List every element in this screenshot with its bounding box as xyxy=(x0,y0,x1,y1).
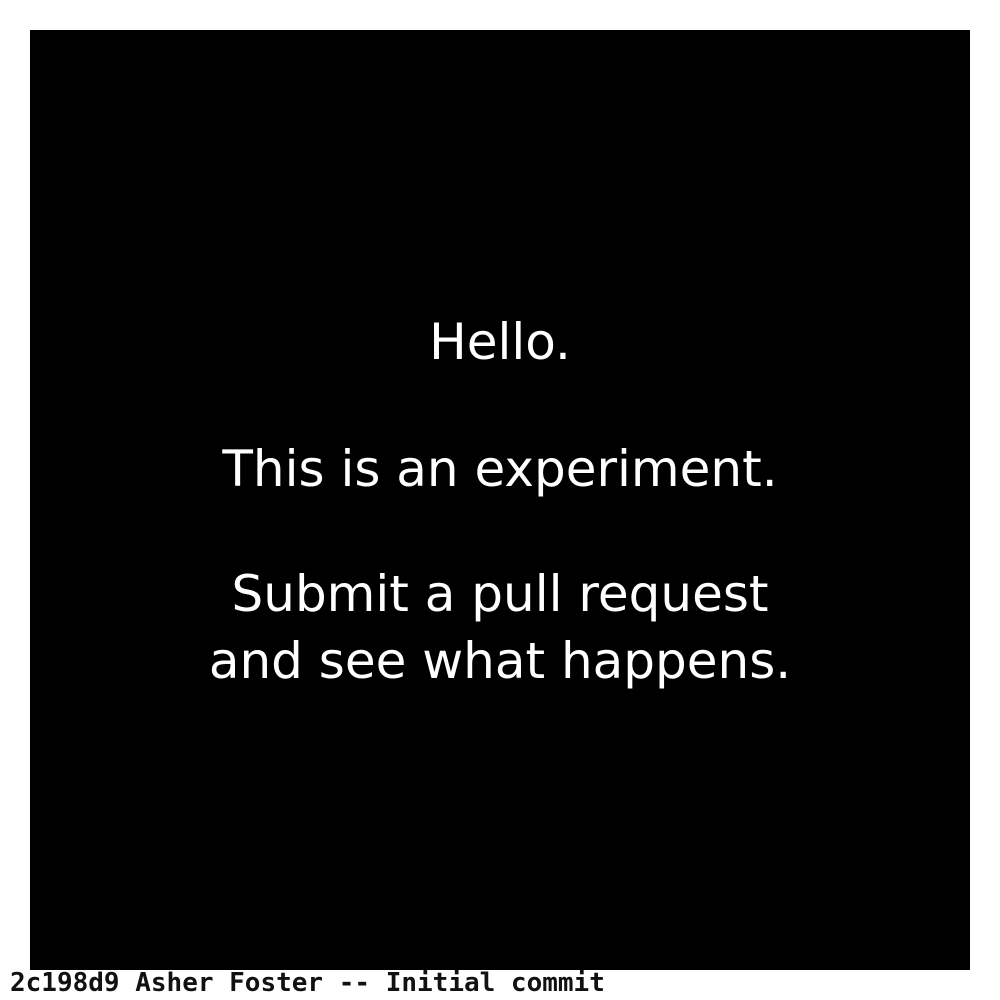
experiment-line: This is an experiment. xyxy=(222,440,778,498)
greeting-line: Hello. xyxy=(429,313,571,371)
commit-message: Initial commit xyxy=(385,968,605,998)
commit-hash: 2c198d9 xyxy=(10,968,120,998)
commit-author: Asher Foster xyxy=(135,968,324,998)
commit-separator: -- xyxy=(338,968,371,998)
commit-info: 2c198d9 Asher Foster -- Initial commit xyxy=(10,968,605,998)
message-panel: Hello. This is an experiment. Submit a p… xyxy=(30,30,970,970)
see-what-happens-line: and see what happens. xyxy=(208,632,792,690)
pull-request-line: Submit a pull request xyxy=(231,565,769,623)
page: Hello. This is an experiment. Submit a p… xyxy=(0,0,1000,1000)
message-text: Hello. This is an experiment. Submit a p… xyxy=(30,30,970,970)
